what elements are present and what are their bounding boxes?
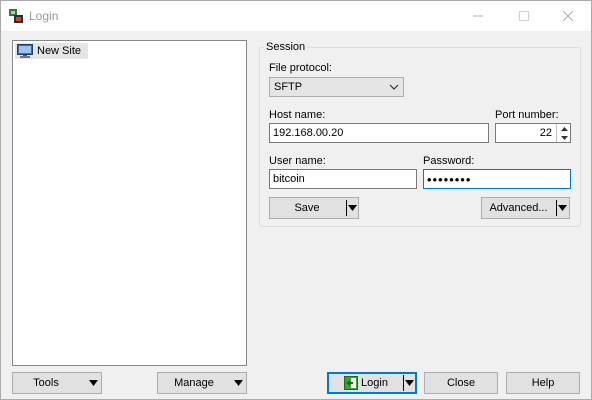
title-bar: Login — [1, 1, 591, 31]
tree-item-label: New Site — [37, 45, 82, 57]
password-label: Password: — [423, 155, 475, 167]
tools-button[interactable]: Tools — [12, 372, 102, 394]
port-number-label: Port number: — [495, 109, 559, 121]
split-separator — [556, 200, 557, 216]
help-label: Help — [531, 377, 555, 389]
dropdown-arrow-icon[interactable] — [348, 205, 357, 211]
advanced-label: Advanced... — [489, 202, 548, 214]
close-window-button[interactable] — [545, 1, 591, 31]
site-tree[interactable]: New Site — [12, 40, 247, 366]
help-button[interactable]: Help — [506, 372, 580, 394]
login-window: Login New Site Session File protocol: SF… — [0, 0, 592, 400]
manage-button[interactable]: Manage — [157, 372, 247, 394]
dropdown-arrow-icon — [89, 380, 98, 386]
spin-up-button[interactable] — [557, 124, 571, 133]
advanced-button[interactable]: Advanced... — [481, 197, 570, 219]
login-label: Login — [361, 377, 388, 389]
dropdown-arrow-icon — [234, 380, 243, 386]
user-name-input[interactable]: bitcoin — [269, 169, 417, 189]
user-name-value: bitcoin — [273, 173, 305, 185]
maximize-icon — [519, 11, 529, 21]
login-icon — [344, 376, 359, 390]
close-icon — [563, 11, 573, 21]
dropdown-arrow-icon[interactable] — [405, 380, 414, 386]
user-name-label: User name: — [269, 155, 326, 167]
spin-up-icon — [560, 126, 568, 131]
minimize-button[interactable] — [455, 1, 501, 31]
file-protocol-label: File protocol: — [269, 62, 332, 74]
window-title: Login — [29, 9, 59, 23]
host-name-value: 192.168.00.20 — [273, 127, 344, 139]
spin-down-button[interactable] — [557, 133, 571, 142]
file-protocol-value: SFTP — [274, 81, 303, 93]
file-protocol-select[interactable]: SFTP — [269, 77, 404, 97]
port-number-value: 22 — [539, 127, 552, 139]
close-label: Close — [446, 377, 476, 389]
tools-label: Tools — [33, 377, 59, 389]
host-name-label: Host name: — [269, 109, 326, 121]
tree-item-new-site[interactable]: New Site — [15, 43, 88, 59]
maximize-button[interactable] — [501, 1, 547, 31]
save-label: Save — [294, 202, 320, 214]
computer-icon — [17, 44, 33, 58]
split-separator — [403, 375, 404, 391]
login-button[interactable]: Login — [327, 372, 417, 394]
minimize-icon — [473, 15, 483, 17]
chevron-down-icon — [389, 84, 399, 90]
app-icon — [9, 9, 23, 23]
session-group-label: Session — [264, 41, 308, 53]
password-input[interactable]: •••••••• — [423, 169, 571, 189]
manage-label: Manage — [174, 377, 214, 389]
spin-down-icon — [560, 135, 568, 140]
split-separator — [346, 200, 347, 216]
dropdown-arrow-icon[interactable] — [558, 205, 567, 211]
close-button[interactable]: Close — [424, 372, 498, 394]
port-spinner[interactable] — [556, 124, 571, 142]
password-mask: •••••••• — [427, 171, 472, 187]
host-name-input[interactable]: 192.168.00.20 — [269, 123, 489, 143]
save-button[interactable]: Save — [269, 197, 359, 219]
